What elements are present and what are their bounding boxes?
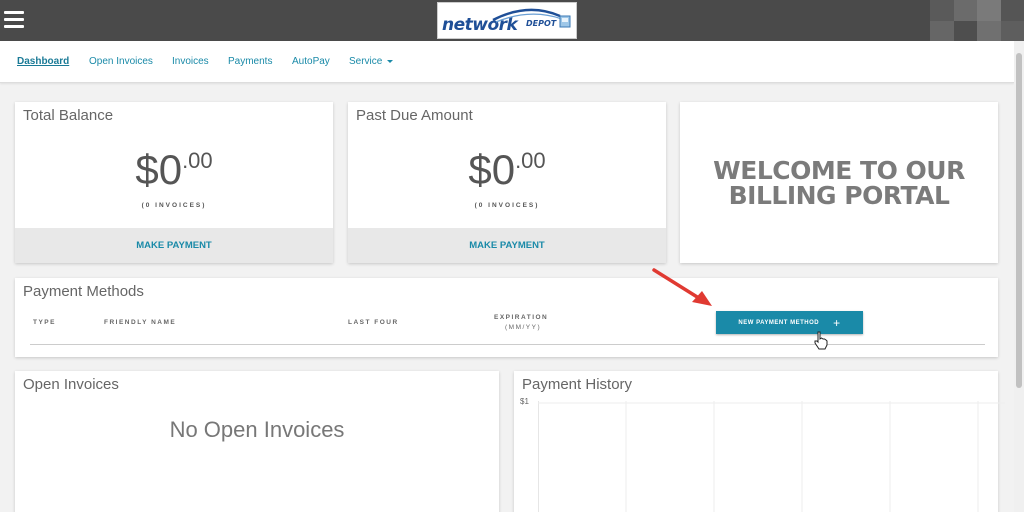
header-decoration (930, 0, 1024, 41)
hamburger-menu-icon[interactable] (4, 11, 24, 29)
top-bar: network DEPOT (0, 0, 1024, 41)
nav-service-label: Service (349, 56, 383, 67)
payment-history-chart (538, 401, 1005, 512)
empty-state-text: No Open Invoices (169, 417, 345, 442)
table-divider (30, 344, 985, 345)
card-title: Total Balance (23, 107, 114, 124)
scrollbar-thumb[interactable] (1016, 53, 1022, 388)
welcome-banner: WELCOME TO OUR BILLING PORTAL (680, 158, 998, 208)
nav-autopay[interactable]: AutoPay (292, 56, 330, 67)
nav-service[interactable]: Service (349, 56, 394, 67)
welcome-line-1: WELCOME TO OUR (713, 156, 965, 185)
payment-history-card: Payment History $1 (514, 371, 1005, 512)
card-title: Past Due Amount (356, 107, 473, 124)
new-payment-method-label: NEW PAYMENT METHOD (738, 319, 820, 326)
past-due-card: Past Due Amount $0.00 (0 INVOICES) MAKE … (348, 102, 666, 263)
column-expiration-format: (MM/YY) (505, 324, 542, 331)
open-invoices-card: Open Invoices No Open Invoices (15, 371, 499, 512)
welcome-card: WELCOME TO OUR BILLING PORTAL (680, 102, 998, 263)
nav-payments[interactable]: Payments (228, 56, 272, 67)
make-payment-button[interactable]: MAKE PAYMENT (348, 228, 666, 263)
invoice-count: (0 INVOICES) (141, 202, 207, 209)
chart-y-axis-label: $1 (520, 397, 529, 406)
welcome-line-2: BILLING PORTAL (728, 181, 950, 210)
column-expiration: EXPIRATION (494, 314, 549, 321)
column-friendly-name: FRIENDLY NAME (104, 319, 177, 326)
logo-swoosh-icon (492, 8, 571, 28)
chevron-down-icon (387, 59, 394, 63)
past-due-amount: $0.00 (348, 146, 666, 194)
main-nav: Dashboard Open Invoices Invoices Payment… (0, 41, 1014, 83)
new-payment-method-button[interactable]: NEW PAYMENT METHOD + (716, 311, 863, 334)
total-balance-amount: $0.00 (15, 146, 333, 194)
total-balance-card: Total Balance $0.00 (0 INVOICES) MAKE PA… (15, 102, 333, 263)
card-title: Payment Methods (23, 283, 144, 300)
page-scrollbar[interactable] (1014, 41, 1024, 512)
network-depot-logo[interactable]: network DEPOT (437, 2, 577, 39)
make-payment-button[interactable]: MAKE PAYMENT (15, 228, 333, 263)
nav-open-invoices[interactable]: Open Invoices (89, 56, 153, 67)
plus-icon: + (833, 315, 841, 330)
card-title: Payment History (522, 376, 633, 393)
card-title: Open Invoices (23, 376, 119, 393)
annotation-arrow-icon (652, 268, 712, 306)
column-type: TYPE (33, 319, 56, 326)
amount-cents: .00 (182, 148, 213, 173)
nav-invoices[interactable]: Invoices (172, 56, 209, 67)
amount-dollars: $0 (135, 146, 183, 193)
nav-dashboard[interactable]: Dashboard (17, 56, 69, 67)
hand-cursor-icon (814, 331, 828, 350)
invoice-count: (0 INVOICES) (474, 202, 540, 209)
amount-cents: .00 (515, 148, 546, 173)
amount-dollars: $0 (468, 146, 516, 193)
column-last-four: LAST FOUR (348, 319, 399, 326)
